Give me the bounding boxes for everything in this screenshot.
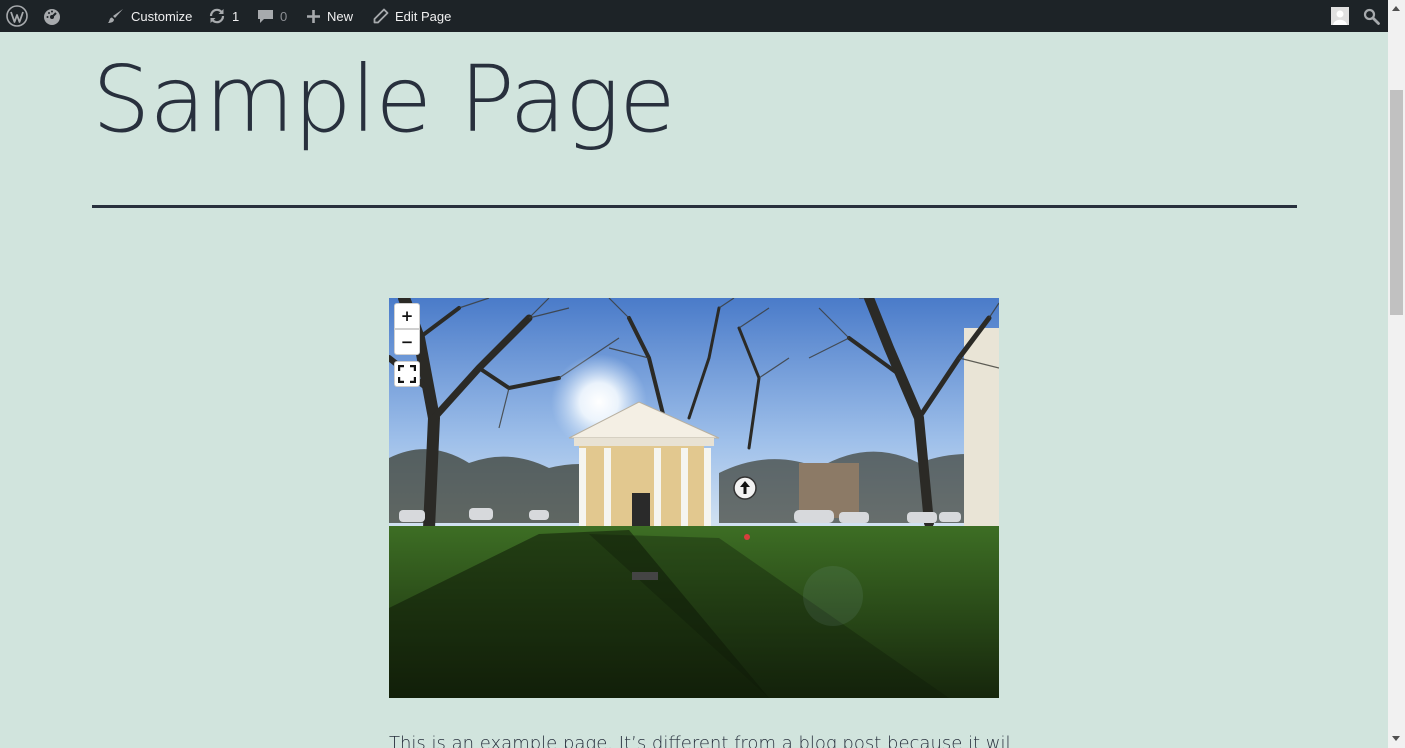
scroll-down-arrow-icon[interactable] <box>1392 736 1400 741</box>
updates-button[interactable]: 1 <box>208 0 239 32</box>
customize-label: Customize <box>131 8 193 24</box>
zoom-in-button[interactable]: + <box>394 303 420 329</box>
scrollbar-thumb[interactable] <box>1390 90 1403 315</box>
new-label: New <box>327 8 354 24</box>
zoom-out-button[interactable]: − <box>394 329 420 355</box>
scroll-up-arrow-icon[interactable] <box>1392 6 1400 11</box>
updates-count: 1 <box>232 8 240 24</box>
admin-bar: Customize 1 0 New Edit Page <box>0 0 1388 32</box>
search-icon <box>1363 8 1380 25</box>
fullscreen-icon <box>398 365 416 383</box>
wordpress-icon <box>6 5 28 27</box>
panorama-viewer[interactable]: + − <box>389 298 999 698</box>
avatar-icon <box>1331 7 1349 25</box>
page-body-paragraph: This is an example page. It’s different … <box>389 733 1009 748</box>
dashboard-button[interactable] <box>42 0 62 32</box>
comments-button[interactable]: 0 <box>257 0 287 32</box>
fullscreen-button[interactable] <box>394 361 420 387</box>
account-button[interactable] <box>1331 0 1349 32</box>
comments-count: 0 <box>280 8 288 24</box>
wordpress-logo-button[interactable] <box>6 0 28 32</box>
updates-icon <box>209 8 225 24</box>
title-separator <box>92 205 1297 208</box>
search-button[interactable] <box>1363 0 1380 32</box>
arrow-up-circle-icon[interactable] <box>733 476 757 500</box>
page-title: Sample Page <box>92 46 676 153</box>
panorama-image <box>389 298 999 698</box>
comment-icon <box>258 9 273 23</box>
page-scrollbar[interactable] <box>1388 0 1405 748</box>
edit-page-label: Edit Page <box>395 8 452 24</box>
dashboard-icon <box>44 9 60 25</box>
paintbrush-icon <box>108 9 123 23</box>
customize-button[interactable]: Customize <box>107 0 192 32</box>
plus-icon <box>307 9 320 23</box>
new-content-button[interactable]: New <box>306 0 353 32</box>
edit-page-button[interactable]: Edit Page <box>373 0 451 32</box>
pencil-icon <box>373 8 389 24</box>
